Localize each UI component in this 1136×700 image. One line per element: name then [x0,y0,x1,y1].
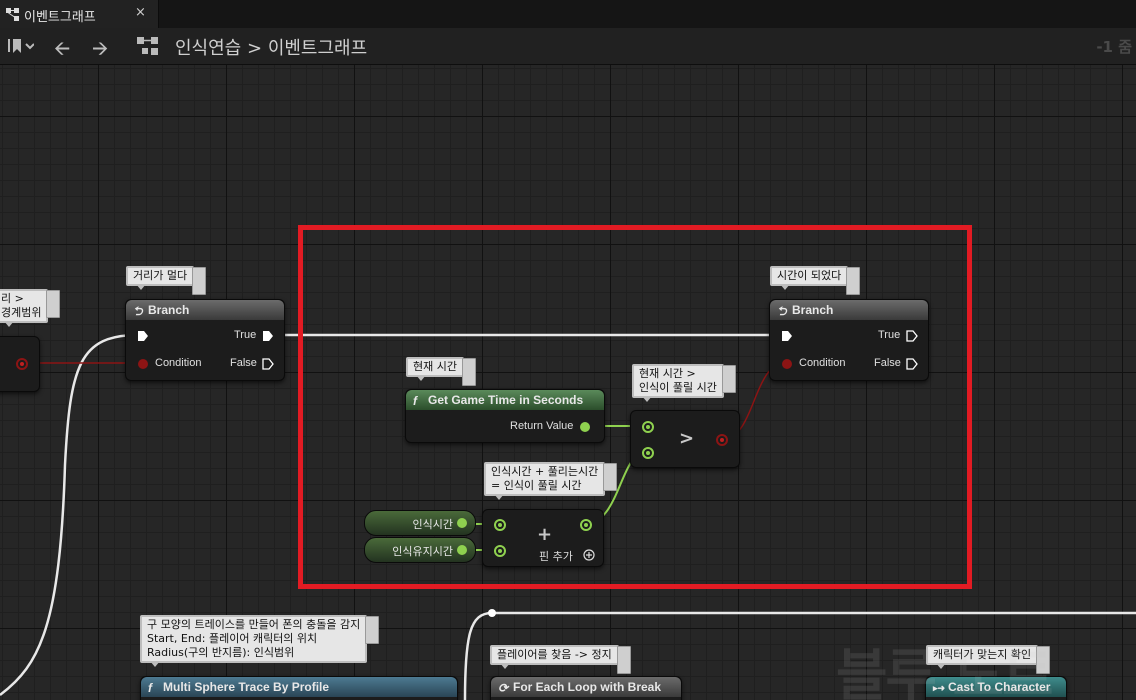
graph-icon [6,8,19,21]
multi-sphere-trace-node[interactable]: f Multi Sphere Trace By Profile [140,676,458,700]
event-graph-icon [137,37,158,55]
node-header: ⮌ Branch [126,300,284,320]
comment-line: Start, End: 플레이어 캐릭터의 위치 [147,632,318,645]
comment-bubble-found[interactable]: 플레이어를 찾음 -> 정지 [490,645,631,674]
pin-label-true: True [234,329,257,341]
breadcrumb-root[interactable]: 인식연습 [175,38,241,59]
tab-label: 이벤트그래프 [24,10,96,25]
watermark: 블루 노트 [836,644,1054,700]
pin-icon[interactable] [46,290,61,318]
exec-false-pin[interactable] [261,357,275,371]
branch-node-left[interactable]: ⮌ Branch Condition True False [125,299,285,381]
bool-input-pin[interactable] [136,357,150,371]
zoom-level: -1 줌 [1096,38,1132,56]
highlight-box [298,225,972,589]
graph-toolbar: 🡨 🡪 인식연습 > 이벤트그래프 -1 줌 [0,28,1136,65]
comment-bubble-left[interactable]: 리 > 경계범위 [0,289,61,327]
forward-arrow-icon[interactable]: 🡪 [92,34,108,68]
node-header: f Multi Sphere Trace By Profile [141,677,457,697]
comment-bubble-sphere[interactable]: 구 모양의 트레이스를 만들어 폰의 충돌을 감지 Start, End: 플레… [140,615,380,667]
comment-line: 리 > [1,292,24,305]
node-title: Branch [148,303,190,317]
exec-true-pin[interactable] [261,329,275,343]
branch-icon: ⮌ [133,304,143,318]
pin-icon[interactable] [192,267,207,295]
pin-label-false: False [230,357,257,369]
tab-bar: 이벤트그래프 × [0,0,1136,28]
node-title: Multi Sphere Trace By Profile [163,680,330,694]
exec-input-pin[interactable] [136,329,150,343]
partial-compare-node[interactable] [0,336,40,392]
back-arrow-icon[interactable]: 🡨 [54,34,70,68]
breadcrumb-current[interactable]: 이벤트그래프 [268,38,367,59]
node-header: ⟳ For Each Loop with Break [491,677,681,697]
comment-text: 거리가 멀다 [133,269,188,282]
comment-line: Radius(구의 반지름): 인식범위 [147,646,295,659]
comment-text: 플레이어를 찾음 -> 정지 [497,648,612,661]
function-icon: f [148,681,152,695]
close-icon[interactable]: × [135,5,146,20]
comment-line: 경계범위 [1,306,42,319]
comment-bubble-far[interactable]: 거리가 멀다 [126,266,207,295]
node-title: For Each Loop with Break [513,680,662,694]
breadcrumb: 인식연습 > 이벤트그래프 [175,34,367,60]
graph-canvas[interactable]: 리 > 경계범위 거리가 멀다 시간이 되었다 현재 시간 현재 시간 > 인식… [0,65,1136,700]
breadcrumb-separator: > [246,38,263,59]
tab-event-graph[interactable]: 이벤트그래프 × [0,0,159,28]
pin-icon[interactable] [616,646,631,674]
pin-icon[interactable] [365,616,380,644]
bookmark-icon[interactable] [6,36,34,56]
pin-label-condition: Condition [155,357,202,369]
comment-line: 구 모양의 트레이스를 만들어 폰의 충돌을 감지 [147,618,361,631]
bool-output-pin[interactable] [15,357,29,371]
for-each-loop-node[interactable]: ⟳ For Each Loop with Break [490,676,682,700]
loop-icon: ⟳ [498,681,509,695]
